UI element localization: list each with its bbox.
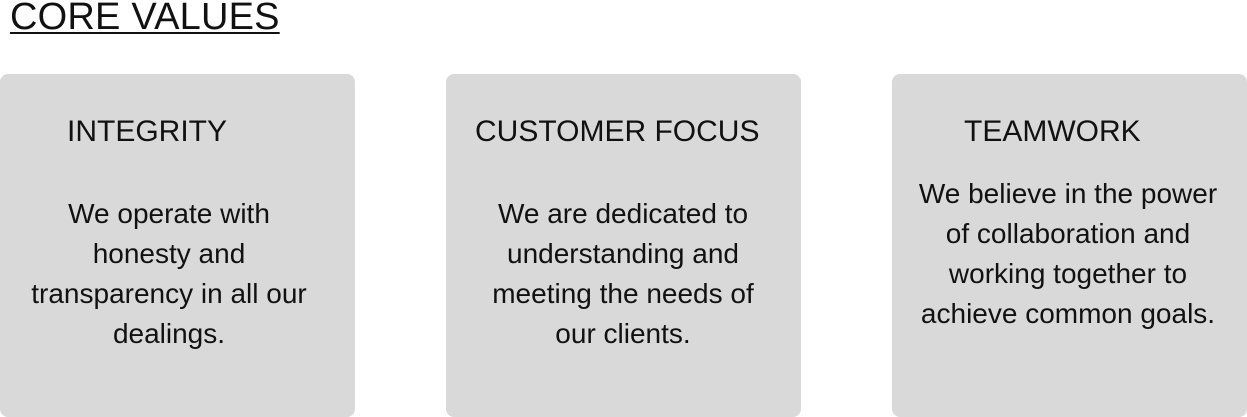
value-card-description: We operate with honesty and transparency…	[31, 198, 307, 349]
value-card-description: We are dedicated to understanding and me…	[492, 198, 754, 349]
value-card-title: INTEGRITY	[67, 115, 228, 148]
value-card-title: CUSTOMER FOCUS	[475, 115, 760, 148]
value-card-title: TEAMWORK	[964, 115, 1141, 148]
core-values-title: CORE VALUES	[10, 0, 280, 38]
value-card-teamwork: TEAMWORK We believe in the power of coll…	[892, 74, 1247, 417]
value-card-description: We believe in the power of collaboration…	[918, 178, 1218, 329]
value-card-integrity: INTEGRITY We operate with honesty and tr…	[0, 74, 355, 417]
value-card-customer-focus: CUSTOMER FOCUS We are dedicated to under…	[446, 74, 801, 417]
